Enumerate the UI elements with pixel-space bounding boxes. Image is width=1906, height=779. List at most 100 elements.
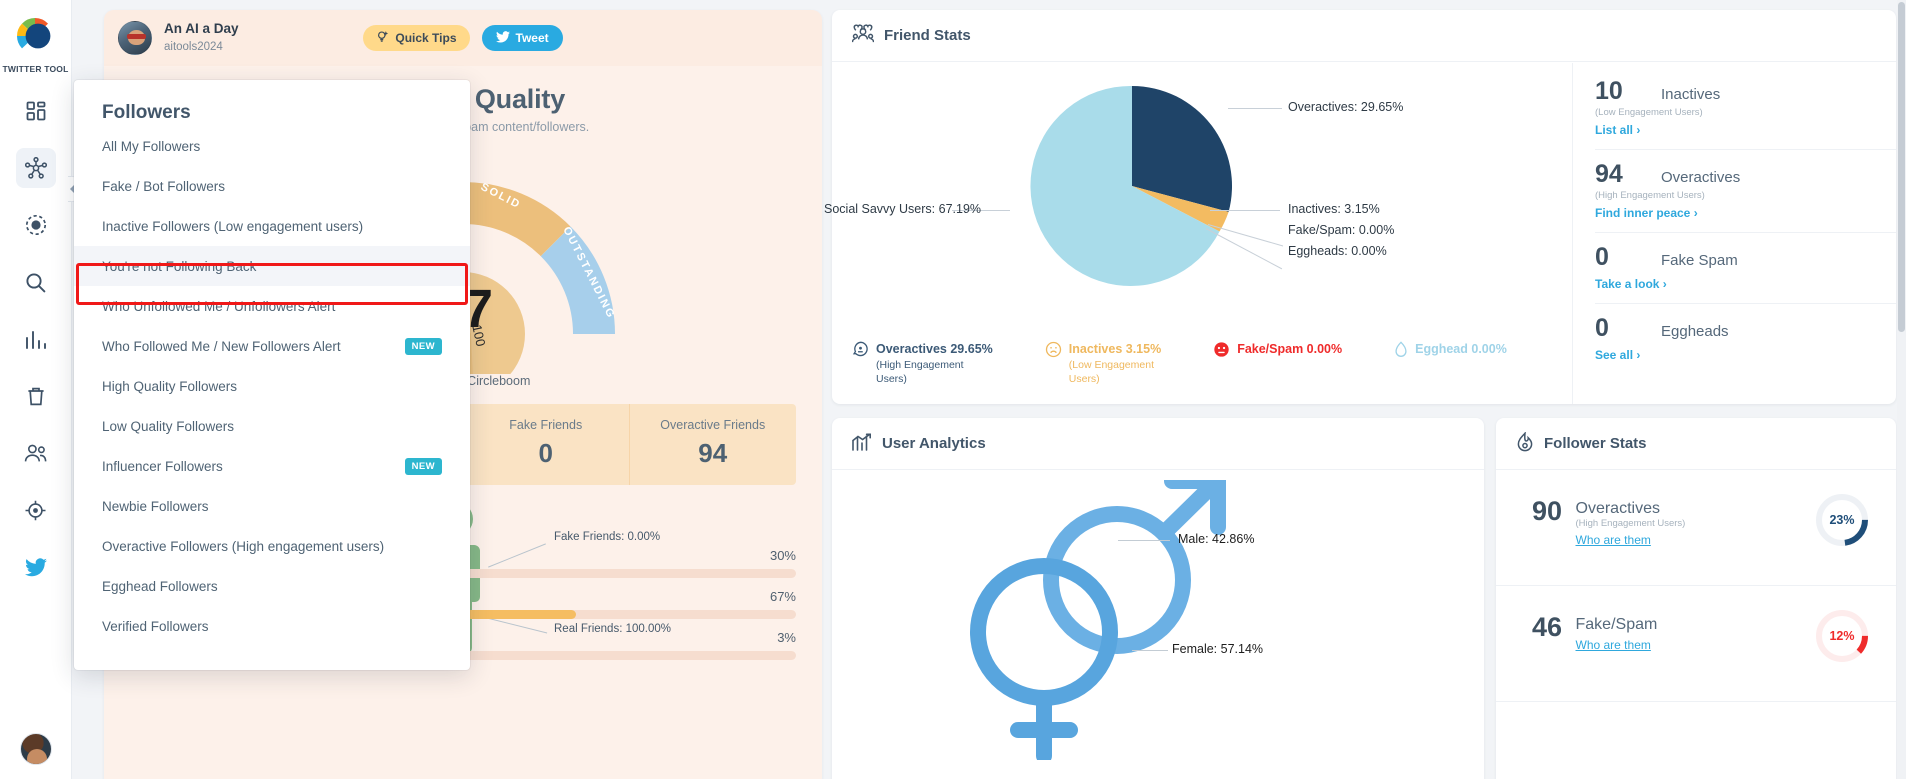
follower-stat-sublabel: (High Engagement Users) <box>1575 518 1686 529</box>
bar-value: 3% <box>777 630 796 645</box>
menu-item-label: Verified Followers <box>102 618 209 634</box>
menu-item-label: Influencer Followers <box>102 458 223 474</box>
stat-link-take-a-look[interactable]: Take a look › <box>1595 277 1667 291</box>
pie-label-inactives: Inactives: 3.15% <box>1288 202 1380 216</box>
stat-sublabel: (Low Engagement Users) <box>1595 107 1703 118</box>
app-logo[interactable]: TWITTER TOOL <box>3 14 69 74</box>
menu-item-label: Newbie Followers <box>102 498 209 514</box>
follower-stats-header: Follower Stats <box>1496 418 1896 470</box>
menu-item-egghead-followers[interactable]: Egghead Followers <box>74 566 470 606</box>
legend-item-fakespam: Fake/Spam 0.00% <box>1213 341 1342 386</box>
gender-leader-line <box>1118 540 1170 541</box>
pie-leader-line <box>1228 108 1282 109</box>
stat-label: Eggheads <box>1661 323 1729 340</box>
sidebar-item-network[interactable] <box>15 148 56 188</box>
friend-stats-pie-chart: Overactives: 29.65% Inactives: 3.15% Fak… <box>824 62 1572 402</box>
lightbulb-icon <box>376 30 389 46</box>
sidebar-item-dashboard[interactable] <box>16 91 56 131</box>
menu-item-overactive-followers[interactable]: Overactive Followers (High engagement us… <box>74 526 470 566</box>
new-badge: NEW <box>404 457 442 475</box>
menu-item-fake-bot-followers[interactable]: Fake / Bot Followers <box>74 166 470 206</box>
pie-label-social-savvy: Social Savvy Users: 67.19% <box>824 202 982 216</box>
friend-stats-summary-column: 10 Inactives (Low Engagement Users) List… <box>1572 63 1896 404</box>
quick-tips-button[interactable]: Quick Tips <box>363 25 470 51</box>
page-scrollbar[interactable] <box>1897 0 1906 779</box>
trash-icon <box>26 386 46 407</box>
callout-fake-friends: Fake Friends: 0.00% <box>554 531 661 543</box>
follower-stat-link[interactable]: Who are them <box>1576 638 1651 652</box>
gender-label-female: Female: 57.14% <box>1172 642 1264 656</box>
pie-svg <box>1030 85 1233 286</box>
user-analytics-header: User Analytics <box>832 418 1484 470</box>
legend-label: Fake/Spam 0.00% <box>1237 341 1343 356</box>
legend-label: Egghead 0.00% <box>1415 341 1507 356</box>
menu-item-label: Who Followed Me / New Followers Alert <box>102 338 341 354</box>
target-icon <box>25 214 47 236</box>
user-analytics-card: User Analytics Male: 42.86% Female: 57.1… <box>832 418 1484 779</box>
pie-leader-line <box>1210 210 1280 211</box>
sidebar-item-delete[interactable] <box>16 376 56 416</box>
menu-item-youre-not-following-back[interactable]: You're not Following Back <box>74 246 470 286</box>
menu-item-verified-followers[interactable]: Verified Followers <box>74 606 470 646</box>
user-analytics-title: User Analytics <box>882 435 986 452</box>
legend-sub: (High Engagement Users) <box>876 358 964 385</box>
stat-link-see-all[interactable]: See all › <box>1595 348 1640 362</box>
stat-label: Inactives <box>1661 86 1721 103</box>
menu-item-label: Overactive Followers (High engagement us… <box>102 538 385 554</box>
dropdown-title: Followers <box>102 102 191 123</box>
legend-sub: (Low Engagement Users) <box>1068 358 1154 385</box>
sidebar-item-users[interactable] <box>16 433 56 473</box>
stat-label: Fake Spam <box>1661 252 1738 269</box>
menu-item-label: Inactive Followers (Low engagement users… <box>102 218 364 234</box>
menu-item-who-unfollowed-me[interactable]: Who Unfollowed Me / Unfollowers Alert <box>74 286 470 326</box>
menu-item-newbie-followers[interactable]: Newbie Followers <box>74 486 470 526</box>
donut-percent: 23% <box>1829 513 1855 527</box>
menu-item-label: Low Quality Followers <box>102 418 235 434</box>
legend-item-overactives: Overactives 29.65% (High Engagement User… <box>852 341 993 386</box>
bar-value: 30% <box>769 548 796 563</box>
stat-link-find-inner-peace[interactable]: Find inner peace › <box>1595 206 1698 220</box>
friend-stats-card: Friend Stats Overactives: 29.65% Inactiv… <box>824 10 1896 404</box>
menu-item-low-quality-followers[interactable]: Low Quality Followers <box>74 406 470 446</box>
menu-item-label: Fake / Bot Followers <box>102 178 226 194</box>
search-icon <box>25 272 46 293</box>
menu-item-influencer-followers[interactable]: Influencer Followers NEW <box>74 446 470 486</box>
avatar <box>118 21 152 55</box>
pie-label-eggheads: Eggheads: 0.00% <box>1288 244 1387 258</box>
sidebar-item-monitor[interactable] <box>16 490 56 530</box>
profile-name: An AI a Day <box>164 21 239 37</box>
scrollbar-thumb[interactable] <box>1898 2 1905 332</box>
legend-label: Inactives 3.15% <box>1068 341 1162 356</box>
quick-tips-label: Quick Tips <box>395 31 457 45</box>
fakespam-donut-gauge: 12% <box>1814 608 1870 664</box>
sidebar-item-search[interactable] <box>16 262 56 302</box>
sidebar-item-analytics[interactable] <box>16 319 56 359</box>
friend-card: Overactive Friends 94 <box>630 404 797 485</box>
follower-stat-link[interactable]: Who are them <box>1576 533 1651 547</box>
bar-value: 67% <box>769 589 796 604</box>
pie-legend: Overactives 29.65% (High Engagement User… <box>852 341 1507 386</box>
follower-stats-card: Follower Stats 90 Overactives (High Enga… <box>1496 418 1896 779</box>
menu-item-inactive-followers[interactable]: Inactive Followers (Low engagement users… <box>74 206 470 246</box>
friend-stats-header: Friend Stats <box>832 10 1896 62</box>
menu-item-label: All My Followers <box>102 138 201 154</box>
stat-overactives: 94 Overactives (High Engagement Users) F… <box>1595 160 1896 233</box>
menu-item-who-followed-me[interactable]: Who Followed Me / New Followers Alert NEW <box>74 326 470 366</box>
stat-link-list-all[interactable]: List all › <box>1595 123 1640 137</box>
sidebar-item-target[interactable] <box>16 205 56 245</box>
gender-split-chart: Male: 42.86% Female: 57.14% <box>832 470 1484 779</box>
stat-number: 10 <box>1595 77 1623 105</box>
sidebar-item-twitter[interactable] <box>16 547 56 587</box>
tweet-button[interactable]: Tweet <box>481 25 563 51</box>
menu-item-high-quality-followers[interactable]: High Quality Followers <box>74 366 470 406</box>
legend-label: Overactives 29.65% <box>876 341 993 356</box>
gender-leader-line <box>1132 650 1168 651</box>
gender-symbols-icon <box>970 480 1226 760</box>
menu-item-label: High Quality Followers <box>102 378 238 394</box>
follower-stat-label: Overactives <box>1575 500 1660 517</box>
friend-card: Fake Friends 0 <box>463 404 630 485</box>
menu-item-label: Egghead Followers <box>102 578 218 594</box>
menu-item-all-my-followers[interactable]: All My Followers <box>74 126 470 166</box>
user-avatar-bottom[interactable] <box>20 733 52 765</box>
menu-item-label: Who Unfollowed Me / Unfollowers Alert <box>102 298 336 314</box>
